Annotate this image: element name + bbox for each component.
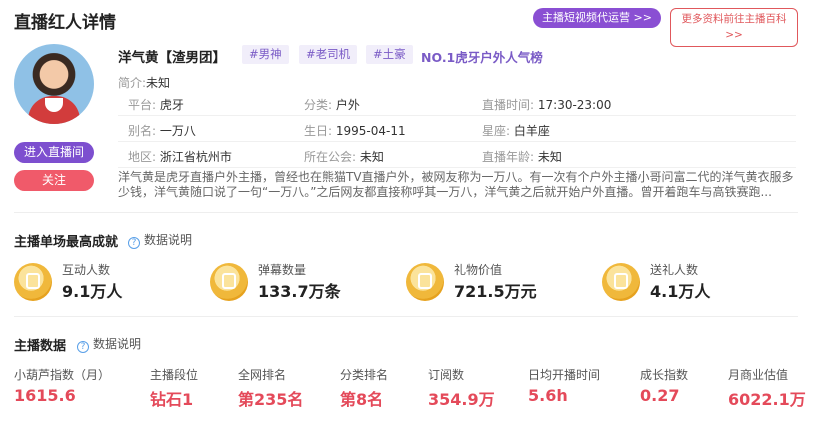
metric-value: 第235名 xyxy=(238,390,304,409)
intro: 简介:未知 xyxy=(118,74,170,91)
metric-value: 第8名 xyxy=(340,390,384,409)
metric-value: 5.6h xyxy=(528,386,568,405)
info-label: 生日: xyxy=(304,124,333,138)
streamer-description: 洋气黄是虎牙直播户外主播，曾经也在熊猫TV直播户外，被网友称为一万八。有一次有个… xyxy=(118,170,794,199)
page-title: 直播红人详情 xyxy=(14,13,116,33)
best-single-help[interactable]: ? 数据说明 xyxy=(128,231,192,249)
metric-item: 主播段位 钻石1 xyxy=(150,366,198,410)
info-value: 浙江省杭州市 xyxy=(159,150,232,164)
metric-label: 分类排名 xyxy=(340,368,389,382)
info-value: 虎牙 xyxy=(159,98,184,112)
metric-item: 月商业估值 6022.1万 xyxy=(728,366,806,410)
metric-label: 成长指数 xyxy=(640,368,689,382)
short-video-agency-button[interactable]: 主播短视频代运营 >> xyxy=(533,8,661,28)
anchor-data-title: 主播数据 xyxy=(14,339,67,354)
info-table: 平台: 虎牙 分类: 户外 直播时间: 17:30-23:00 别名: 一万八 … xyxy=(118,90,796,168)
info-row: 别名: 一万八 生日: 1995-04-11 星座: 白羊座 xyxy=(118,116,796,142)
metric-label: 月商业估值 xyxy=(728,368,789,382)
avatar xyxy=(14,44,94,124)
info-label: 平台: xyxy=(128,98,157,112)
info-label: 分类: xyxy=(304,98,333,112)
info-label: 地区: xyxy=(128,150,157,164)
metric-item: 订阅数 354.9万 xyxy=(428,366,495,410)
question-icon: ? xyxy=(128,237,140,249)
stat-label: 互动人数 xyxy=(62,263,111,277)
metric-item: 日均开播时间 5.6h xyxy=(528,366,600,405)
popularity-rank[interactable]: NO.1虎牙户外人气榜 xyxy=(421,47,543,66)
crown-coin-icon xyxy=(406,263,444,301)
help-label: 数据说明 xyxy=(144,233,193,247)
stat-label: 礼物价值 xyxy=(454,263,503,277)
metric-value: 354.9万 xyxy=(428,390,495,409)
tag-item[interactable]: #老司机 xyxy=(299,45,358,64)
follow-button[interactable]: 关注 xyxy=(14,170,94,191)
info-row: 平台: 虎牙 分类: 户外 直播时间: 17:30-23:00 xyxy=(118,90,796,116)
people-coin-icon xyxy=(14,263,52,301)
info-value: 一万八 xyxy=(159,124,196,138)
stat-label: 送礼人数 xyxy=(650,263,699,277)
metric-label: 订阅数 xyxy=(428,368,465,382)
info-value: 未知 xyxy=(359,150,384,164)
metric-item: 全网排名 第235名 xyxy=(238,366,303,410)
enter-live-room-button[interactable]: 进入直播间 xyxy=(14,142,94,163)
divider xyxy=(14,212,798,213)
chat-coin-icon xyxy=(210,263,248,301)
info-label: 所在公会: xyxy=(304,150,357,164)
anchor-data-help[interactable]: ? 数据说明 xyxy=(77,335,141,353)
divider xyxy=(14,316,798,317)
stat-value: 9.1万人 xyxy=(62,282,123,301)
metric-value: 6022.1万 xyxy=(728,390,806,409)
metric-item: 成长指数 0.27 xyxy=(640,366,688,405)
intro-value: 未知 xyxy=(146,76,171,90)
streamer-name: 洋气黄【渣男团】 xyxy=(118,50,226,66)
info-label: 直播时间: xyxy=(482,98,535,112)
info-value: 白羊座 xyxy=(513,124,550,138)
help-label: 数据说明 xyxy=(93,337,142,351)
stat-value: 4.1万人 xyxy=(650,282,711,301)
metric-item: 分类排名 第8名 xyxy=(340,366,388,410)
stat-value: 133.7万条 xyxy=(258,282,341,301)
info-label: 别名: xyxy=(128,124,157,138)
info-value: 未知 xyxy=(537,150,562,164)
info-value: 户外 xyxy=(335,98,360,112)
metric-value: 0.27 xyxy=(640,386,680,405)
metric-value: 钻石1 xyxy=(150,390,194,409)
metric-label: 主播段位 xyxy=(150,368,199,382)
metric-value: 1615.6 xyxy=(14,386,76,405)
stat-value: 721.5万元 xyxy=(454,282,537,301)
metric-label: 小葫芦指数（月） xyxy=(14,368,111,382)
encyclopedia-link-button[interactable]: 更多资料前往主播百科 >> xyxy=(670,8,798,47)
stat-label: 弹幕数量 xyxy=(258,263,307,277)
best-single-title: 主播单场最高成就 xyxy=(14,235,119,250)
intro-label: 简介: xyxy=(118,76,147,90)
info-row: 地区: 浙江省杭州市 所在公会: 未知 直播年龄: 未知 xyxy=(118,142,796,168)
tag-item[interactable]: #男神 xyxy=(242,45,289,64)
info-value: 1995-04-11 xyxy=(335,124,406,138)
question-icon: ? xyxy=(77,341,89,353)
tag-item[interactable]: #土豪 xyxy=(366,45,413,64)
metric-item: 小葫芦指数（月） 1615.6 xyxy=(14,366,110,405)
info-label: 星座: xyxy=(482,124,511,138)
info-label: 直播年龄: xyxy=(482,150,535,164)
metric-label: 日均开播时间 xyxy=(528,368,601,382)
info-value: 17:30-23:00 xyxy=(537,98,612,112)
gift-coin-icon xyxy=(602,263,640,301)
metric-label: 全网排名 xyxy=(238,368,287,382)
